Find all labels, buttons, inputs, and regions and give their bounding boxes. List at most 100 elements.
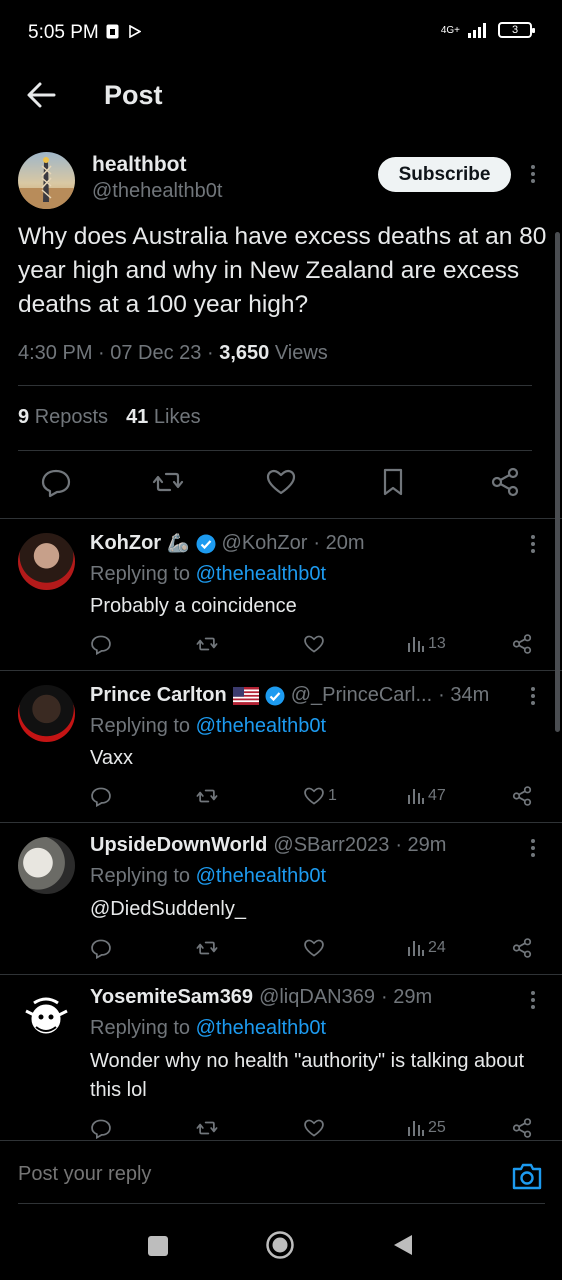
reply-author-name[interactable]: UpsideDownWorld	[90, 834, 267, 857]
reply-action-bar: 13	[0, 632, 562, 658]
post-more-icon[interactable]	[523, 162, 543, 186]
repost-icon	[196, 637, 218, 651]
reply-like-button[interactable]	[303, 632, 328, 656]
reply-action-bar: 1 47	[0, 784, 562, 810]
reply-text-mention-link[interactable]: @DiedSuddenly_	[90, 895, 530, 924]
reply-avatar[interactable]	[18, 533, 75, 590]
author-name[interactable]: healthbot	[92, 153, 187, 177]
reply-avatar[interactable]	[18, 837, 75, 894]
divider	[18, 385, 532, 386]
post-views-count: 3,650	[219, 342, 270, 364]
reply-author-handle[interactable]: @_PrinceCarl...	[291, 684, 432, 707]
reply-more-icon[interactable]	[523, 684, 543, 708]
reply-like-button[interactable]	[303, 936, 328, 960]
bookmark-icon[interactable]	[377, 466, 409, 498]
reply-author-handle[interactable]: @KohZor	[222, 532, 308, 555]
reply-repost-button[interactable]	[196, 632, 218, 656]
reply-views-count: 13	[428, 635, 446, 652]
sim-card-icon	[106, 24, 119, 39]
views-chart-icon	[408, 941, 424, 956]
reply-repost-button[interactable]	[196, 784, 218, 808]
recents-square-icon[interactable]	[147, 1235, 169, 1257]
reply-views-button[interactable]: 25	[407, 1116, 446, 1140]
reply-share-button[interactable]	[511, 1116, 533, 1140]
reply-time: · 20m	[313, 532, 365, 554]
replying-to-prefix: Replying to	[90, 1017, 196, 1039]
reply-more-icon[interactable]	[523, 836, 543, 860]
reply-share-button[interactable]	[511, 936, 533, 960]
reply-reply-button[interactable]	[90, 632, 112, 656]
replying-to-link[interactable]: @thehealthb0t	[196, 715, 326, 737]
share-icon[interactable]	[489, 466, 521, 498]
reply-avatar[interactable]	[18, 989, 75, 1046]
reply-time: · 29m	[395, 834, 447, 856]
share-icon	[512, 786, 532, 806]
reply-views-button[interactable]: 47	[407, 784, 446, 808]
back-arrow-icon[interactable]	[24, 78, 58, 112]
scrollbar[interactable]	[555, 232, 560, 732]
reply-like-count: 1	[328, 787, 337, 804]
reply-icon[interactable]	[40, 466, 72, 498]
likes-stat[interactable]: 41 Likes	[126, 406, 201, 429]
reply-like-button[interactable]: 1	[303, 784, 337, 808]
back-triangle-icon[interactable]	[392, 1233, 414, 1257]
us-flag-icon	[232, 686, 259, 705]
reply-share-button[interactable]	[511, 632, 533, 656]
reply-author-handle[interactable]: @SBarr2023	[273, 834, 389, 857]
author-handle[interactable]: @thehealthb0t	[92, 180, 222, 203]
reposts-stat[interactable]: 9 Reposts	[18, 406, 108, 429]
reply-item[interactable]: YosemiteSam369 @liqDAN369 · 29m Replying…	[0, 974, 562, 1140]
like-icon[interactable]	[265, 466, 297, 498]
reply-repost-button[interactable]	[196, 936, 218, 960]
repost-icon	[196, 789, 218, 803]
reply-share-button[interactable]	[511, 784, 533, 808]
reply-text: Probably a coincidence	[90, 595, 297, 617]
like-icon	[304, 635, 324, 653]
reply-icon	[91, 939, 111, 959]
post-text: Why does Australia have excess deaths at…	[18, 223, 547, 318]
camera-icon[interactable]	[511, 1161, 543, 1191]
author-avatar[interactable]	[18, 152, 75, 209]
views-chart-icon	[408, 1121, 424, 1136]
verified-badge-icon	[265, 686, 285, 705]
reply-header: YosemiteSam369 @liqDAN369 · 29m	[90, 986, 432, 1009]
reply-item[interactable]: UpsideDownWorld @SBarr2023 · 29m Replyin…	[0, 822, 562, 974]
home-circle-icon[interactable]	[265, 1230, 295, 1260]
reposts-label: Reposts	[34, 406, 109, 428]
cartoon-character-icon	[25, 997, 68, 1034]
reply-views-button[interactable]: 13	[407, 632, 446, 656]
replying-to-link[interactable]: @thehealthb0t	[196, 1017, 326, 1039]
replying-to-link[interactable]: @thehealthb0t	[196, 563, 326, 585]
subscribe-button[interactable]: Subscribe	[378, 157, 511, 192]
reply-more-icon[interactable]	[523, 532, 543, 556]
verified-badge-icon	[196, 534, 216, 553]
reply-replying-to: Replying to @thehealthb0t	[90, 865, 326, 888]
views-chart-icon	[408, 637, 424, 652]
reply-repost-button[interactable]	[196, 1116, 218, 1140]
share-icon	[512, 634, 532, 654]
reply-more-icon[interactable]	[523, 988, 543, 1012]
reply-item[interactable]: Prince Carlton @_PrinceCarl... · 34m Rep…	[0, 670, 562, 822]
reply-item[interactable]: KohZor 🦾 @KohZor · 20m Replying to @theh…	[0, 518, 562, 670]
reply-reply-button[interactable]	[90, 936, 112, 960]
status-right: 4G+ 3	[441, 22, 535, 38]
likes-label: Likes	[153, 406, 201, 428]
reply-like-button[interactable]	[303, 1116, 328, 1140]
post-timestamp: 4:30 PM · 07 Dec 23 ·	[18, 342, 220, 364]
reply-author-handle[interactable]: @liqDAN369	[259, 986, 375, 1009]
reply-author-name[interactable]: YosemiteSam369	[90, 986, 253, 1009]
reply-input[interactable]	[18, 1163, 488, 1186]
reply-views-count: 25	[428, 1119, 446, 1136]
reply-author-emoji: 🦾	[167, 533, 190, 553]
reply-reply-button[interactable]	[90, 1116, 112, 1140]
reply-action-bar: 25	[0, 1116, 562, 1142]
reply-views-button[interactable]: 24	[407, 936, 446, 960]
like-icon	[304, 787, 324, 805]
reply-author-name[interactable]: KohZor	[90, 532, 161, 555]
reply-time: · 29m	[380, 986, 433, 1008]
replying-to-link[interactable]: @thehealthb0t	[196, 865, 326, 887]
reply-reply-button[interactable]	[90, 784, 112, 808]
repost-icon[interactable]	[152, 466, 184, 498]
reply-avatar[interactable]	[18, 685, 75, 742]
reply-author-name[interactable]: Prince Carlton	[90, 684, 227, 707]
